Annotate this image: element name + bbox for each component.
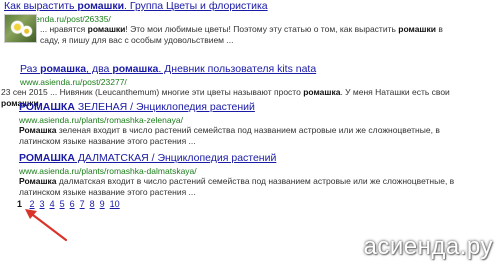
result-thumbnail-image[interactable] xyxy=(4,14,37,43)
search-result: РОМАШКА ДАЛМАТСКАЯ / Энциклопедия растен… xyxy=(19,152,499,197)
pagination-page-link[interactable]: 5 xyxy=(60,199,65,209)
annotation-arrow-head xyxy=(25,209,37,219)
result-snippet: ... нравятся ромашки! Это мои любимые цв… xyxy=(40,24,443,45)
pagination: 1 2 3 4 5 6 7 8 9 10 xyxy=(17,199,125,209)
pagination-page-link[interactable]: 3 xyxy=(40,199,45,209)
result-url[interactable]: www.asienda.ru/plants/romashka-zelenaya/ xyxy=(19,115,499,125)
result-title-link[interactable]: Раз ромашка, два ромашка. Дневник пользо… xyxy=(20,63,499,76)
pagination-page-link[interactable]: 6 xyxy=(70,199,75,209)
pagination-page-link[interactable]: 4 xyxy=(50,199,55,209)
annotation-arrow-shaft xyxy=(27,210,68,242)
pagination-page-link[interactable]: 2 xyxy=(30,199,35,209)
search-result: Как вырастить ромашки. Группа Цветы и фл… xyxy=(0,0,485,45)
result-snippet: Ромашка далматская входит в число растен… xyxy=(19,176,455,197)
pagination-page-link[interactable]: 7 xyxy=(80,199,85,209)
result-title-link[interactable]: РОМАШКА ДАЛМАТСКАЯ / Энциклопедия растен… xyxy=(19,152,499,165)
pagination-current-page: 1 xyxy=(17,199,23,209)
pagination-page-link[interactable]: 9 xyxy=(100,199,105,209)
pagination-page-link[interactable]: 10 xyxy=(110,199,120,209)
pagination-page-link[interactable]: 8 xyxy=(90,199,95,209)
search-result: РОМАШКА ЗЕЛЕНАЯ / Энциклопедия растений … xyxy=(19,101,499,146)
result-url[interactable]: www.asienda.ru/post/26335/ xyxy=(0,14,485,24)
result-title-link[interactable]: Как вырастить ромашки. Группа Цветы и фл… xyxy=(0,0,485,13)
site-watermark: асиенда.ру xyxy=(363,233,493,260)
result-snippet: Ромашка зеленая входит в число растений … xyxy=(19,125,440,146)
result-title-link[interactable]: РОМАШКА ЗЕЛЕНАЯ / Энциклопедия растений xyxy=(19,101,499,114)
result-url[interactable]: www.asienda.ru/post/23277/ xyxy=(20,77,499,87)
result-url[interactable]: www.asienda.ru/plants/romashka-dalmatska… xyxy=(19,166,499,176)
